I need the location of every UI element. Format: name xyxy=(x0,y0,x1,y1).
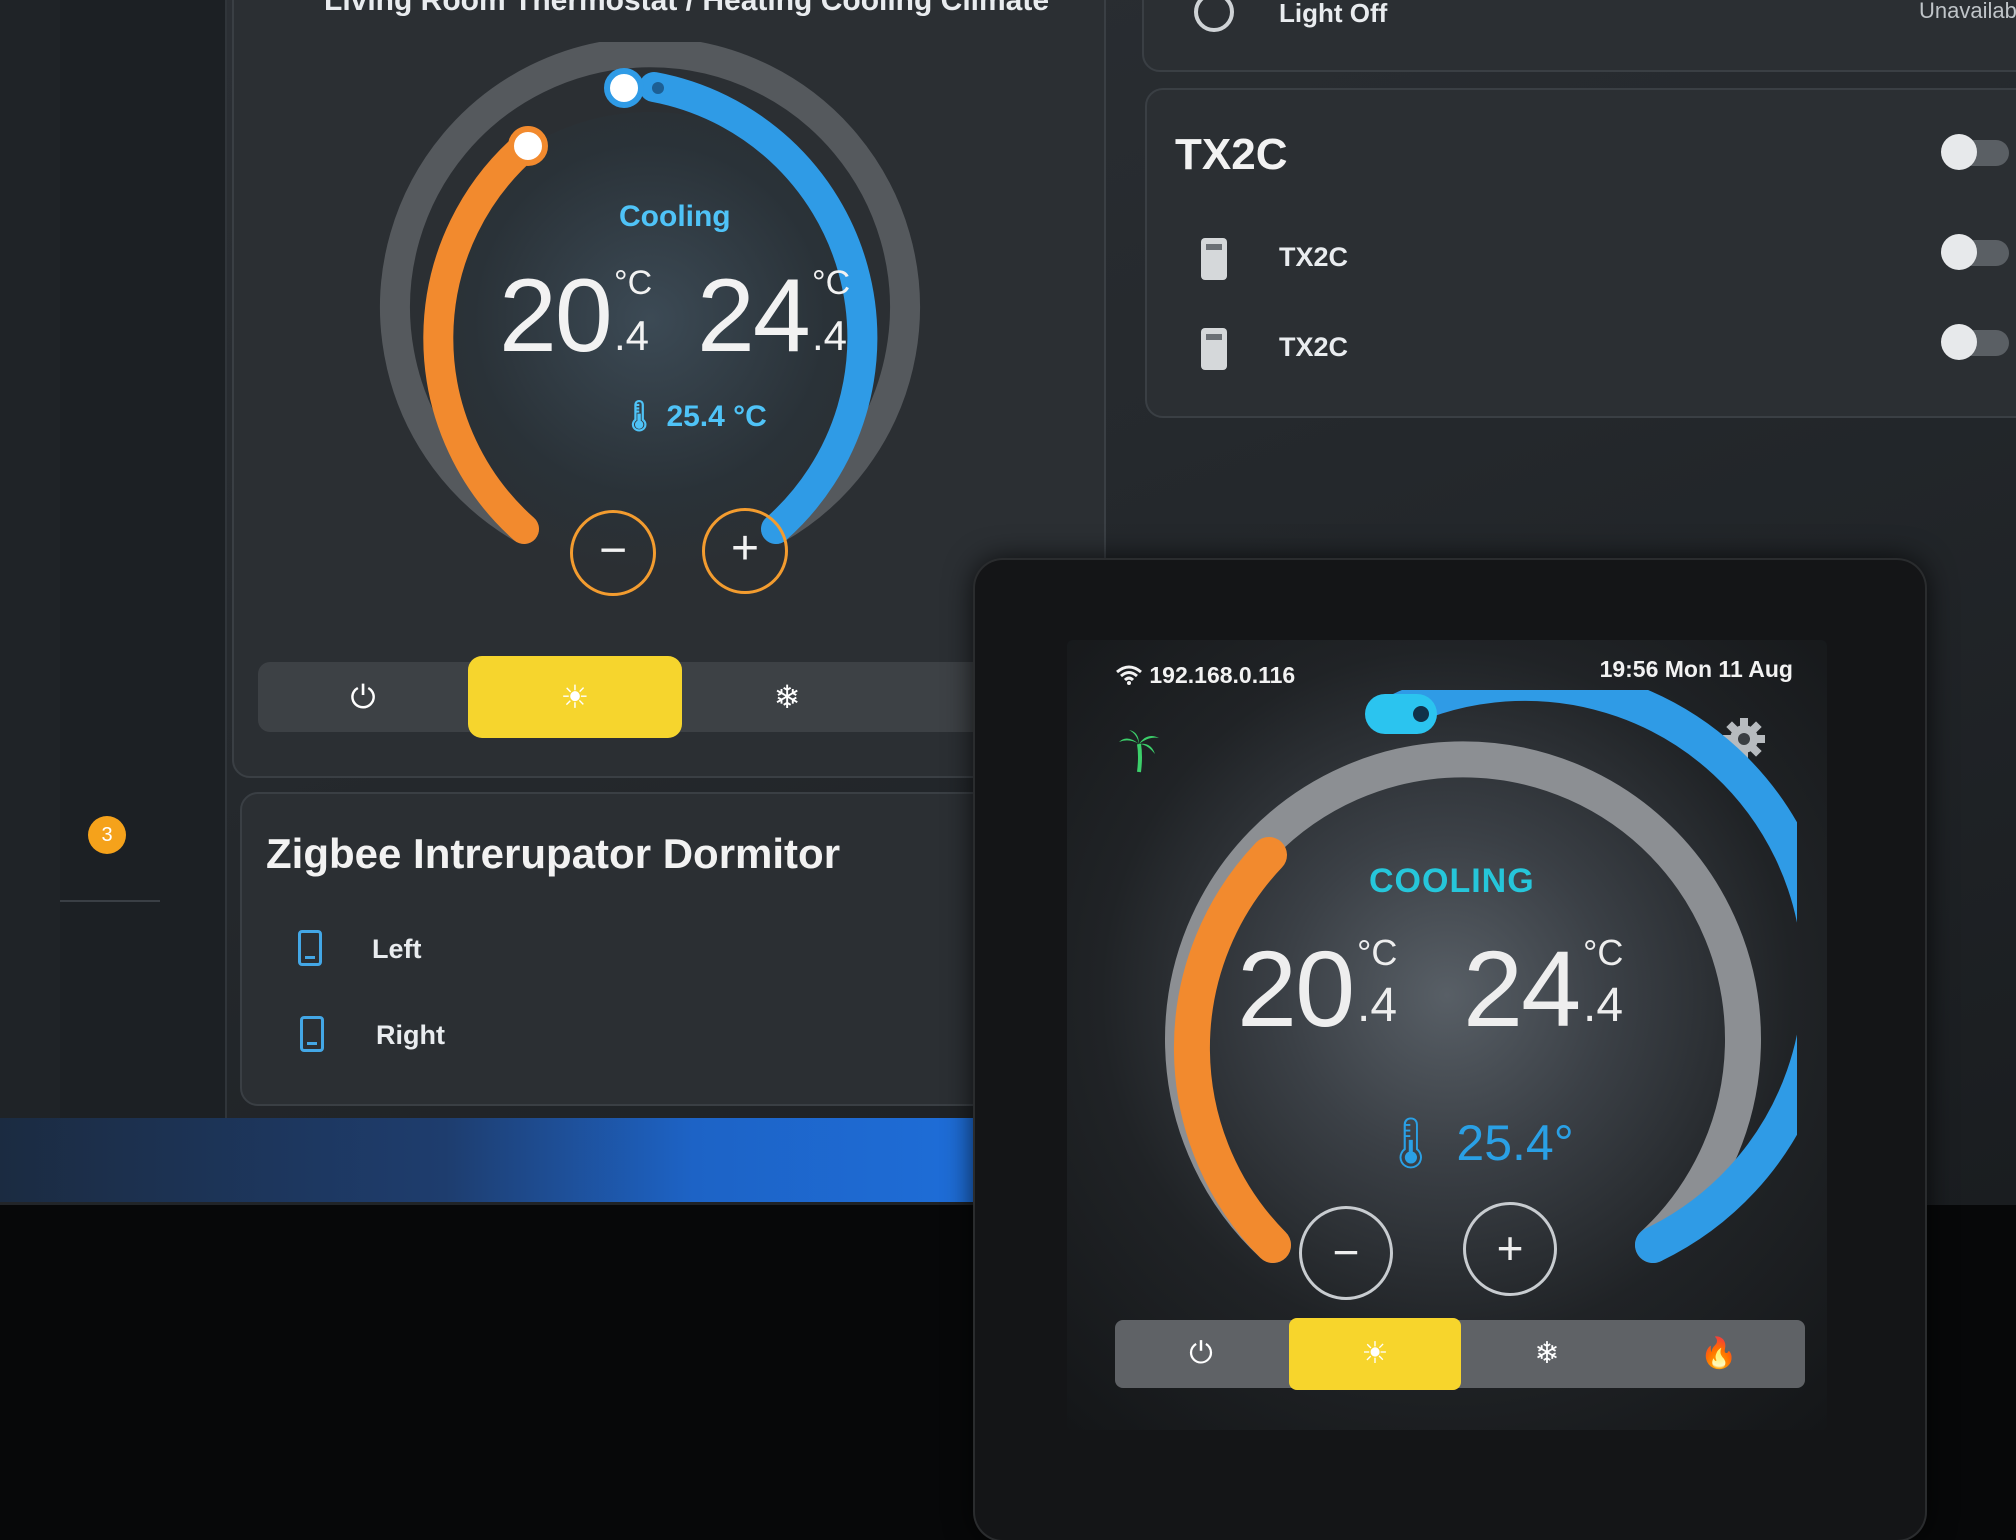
mode-heat-cool-button[interactable]: ☀ xyxy=(468,656,682,738)
handle-dot xyxy=(652,82,664,94)
light-label[interactable]: Light Off xyxy=(1279,0,1387,29)
device-mode-off[interactable]: ⏻ xyxy=(1115,1320,1287,1388)
hvac-state-label: Cooling xyxy=(619,200,731,233)
current-temperature-value: 25.4 °C xyxy=(666,400,767,433)
low-setpoint-unit: °C xyxy=(614,264,653,302)
light-switch-icon xyxy=(1201,328,1227,370)
low-setpoint-int: 20 xyxy=(499,258,613,374)
current-temperature: 🌡 25.4 °C xyxy=(620,399,767,434)
device-mode-cool[interactable]: ❄ xyxy=(1461,1320,1633,1388)
device-datetime: 19:56 Mon 11 Aug xyxy=(1599,656,1793,682)
wall-thermostat-device: 192.168.0.116 19:56 Mon 11 Aug COOLING 2… xyxy=(975,560,1925,1540)
hvac-mode-bar: ⏻ ☀ ❄ xyxy=(258,656,998,738)
device-mode-heat[interactable]: 🔥 xyxy=(1633,1320,1805,1388)
zigbee-row-left[interactable]: Left xyxy=(372,934,422,965)
device-dial[interactable] xyxy=(1097,690,1797,1330)
increase-button[interactable]: + xyxy=(702,508,788,594)
device-decrease-button[interactable]: − xyxy=(1299,1206,1393,1300)
tx2c-title: TX2C xyxy=(1175,130,1288,179)
left-column: 3 xyxy=(60,0,227,1118)
mode-off-button[interactable]: ⏻ xyxy=(258,662,468,732)
device-state-label: COOLING xyxy=(1369,862,1535,900)
device-high-int: 24 xyxy=(1463,928,1581,1049)
tx2c-card: TX2C TX2C TX2C xyxy=(1145,88,2016,418)
device-current-value: 25.4° xyxy=(1456,1115,1574,1171)
mode-cool-button[interactable]: ❄ xyxy=(682,662,892,732)
high-setpoint-dec: .4 xyxy=(812,312,848,359)
divider xyxy=(60,900,160,902)
zigbee-title: Zigbee Intrerupator Dormitor xyxy=(266,830,841,877)
decrease-button[interactable]: − xyxy=(570,510,656,596)
tx2c-row-label[interactable]: TX2C xyxy=(1279,242,1348,273)
device-low-unit: °C xyxy=(1357,932,1398,973)
high-setpoint-int: 24 xyxy=(697,258,811,374)
device-high-dec: .4 xyxy=(1583,979,1624,1032)
switch-icon xyxy=(298,930,322,966)
thermostat-dial[interactable] xyxy=(354,42,954,602)
device-thermometer-icon: 🌡 xyxy=(1379,1115,1443,1171)
device-screen: 192.168.0.116 19:56 Mon 11 Aug COOLING 2… xyxy=(1067,640,1827,1430)
low-setpoint-dec: .4 xyxy=(614,312,650,359)
notification-badge[interactable]: 3 xyxy=(88,816,126,854)
thermostat-title: Living Room Thermostat / Heating Cooling… xyxy=(324,0,1050,17)
wifi-icon xyxy=(1115,662,1149,688)
zigbee-row-right[interactable]: Right xyxy=(376,1020,445,1051)
taskbar xyxy=(0,1118,990,1202)
device-increase-button[interactable]: + xyxy=(1463,1202,1557,1296)
device-handle-dot xyxy=(1413,706,1429,722)
light-card: Light Off Unavailable xyxy=(1142,0,2016,72)
device-low-dec: .4 xyxy=(1357,979,1398,1032)
thermometer-icon: 🌡 xyxy=(620,400,659,433)
device-mode-heat-cool[interactable]: ☀ xyxy=(1289,1318,1461,1390)
cool-setpoint-handle[interactable] xyxy=(604,68,644,108)
device-high-unit: °C xyxy=(1583,932,1624,973)
light-switch-icon xyxy=(1201,238,1227,280)
device-ip: 192.168.0.116 xyxy=(1149,662,1296,688)
zigbee-card: Zigbee Intrerupator Dormitor Left Right xyxy=(240,792,1034,1106)
tx2c-master-toggle[interactable] xyxy=(1941,134,2009,170)
switch-icon xyxy=(300,1016,324,1052)
tx2c-row-toggle[interactable] xyxy=(1941,324,2009,360)
device-current-temperature: 🌡 25.4° xyxy=(1379,1114,1574,1173)
light-icon xyxy=(1194,0,1234,32)
device-mode-bar: ⏻ ☀ ❄ 🔥 xyxy=(1115,1318,1805,1390)
device-low-int: 20 xyxy=(1237,928,1355,1049)
high-setpoint-unit: °C xyxy=(812,264,851,302)
light-status: Unavailable xyxy=(1919,0,2016,23)
sidebar xyxy=(0,0,62,1120)
tx2c-row-label[interactable]: TX2C xyxy=(1279,332,1348,363)
device-network: 192.168.0.116 xyxy=(1115,662,1295,689)
tx2c-row-toggle[interactable] xyxy=(1941,234,2009,270)
heat-setpoint-handle[interactable] xyxy=(508,126,548,166)
